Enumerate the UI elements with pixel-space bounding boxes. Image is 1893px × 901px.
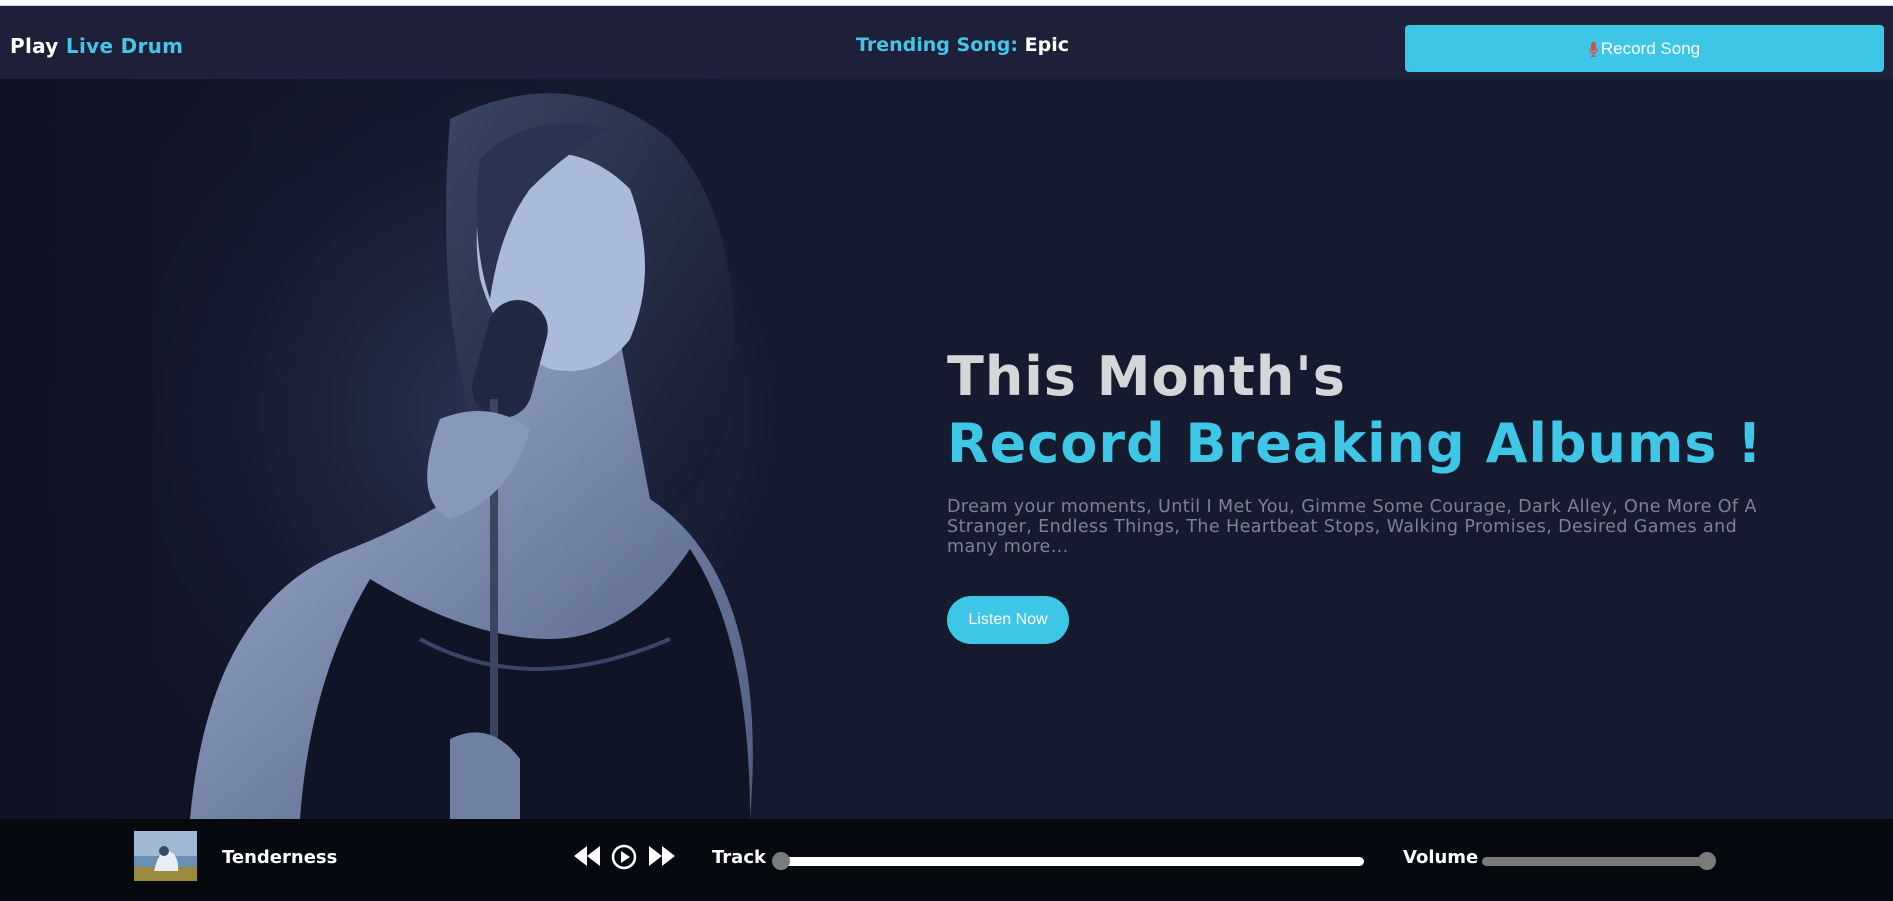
brand-word-play: Play [10,34,59,58]
trending-value[interactable]: Epic [1025,34,1069,56]
volume-label: Volume [1403,847,1479,868]
singer-with-microphone-photo [150,79,910,819]
record-song-button[interactable]: Record Song [1405,25,1884,72]
microphone-icon [1589,41,1598,57]
track-label: Track [712,847,766,868]
navbar: Play Live Drum Trending Song: Epic Recor… [0,6,1893,79]
brand-word-live: Live [65,34,114,58]
hero-title-line2: Record Breaking Albums ! [947,412,1763,475]
rewind-icon[interactable] [573,844,601,868]
trending-song: Trending Song: Epic [856,34,1069,56]
trending-label: Trending Song: [856,34,1018,56]
album-thumbnail[interactable] [134,831,197,881]
volume-slider[interactable] [1482,857,1708,866]
hero-description: Dream your moments, Until I Met You, Gim… [947,497,1757,557]
track-slider-thumb[interactable] [772,852,790,870]
brand-word-drum: Drum [120,34,184,58]
now-playing-title: Tenderness [222,847,338,868]
hero-title-line1: This Month's [947,345,1346,408]
track-slider[interactable] [781,857,1364,866]
record-song-label: Record Song [1600,38,1701,58]
hero-section: This Month's Record Breaking Albums ! Dr… [0,79,1893,819]
play-icon[interactable] [611,844,637,870]
brand-logo[interactable]: Play Live Drum [10,34,183,58]
listen-now-button[interactable]: Listen Now [947,596,1069,644]
volume-slider-thumb[interactable] [1698,852,1716,870]
music-player-bar: Tenderness Track Volume [0,819,1893,901]
fast-forward-icon[interactable] [648,844,676,868]
